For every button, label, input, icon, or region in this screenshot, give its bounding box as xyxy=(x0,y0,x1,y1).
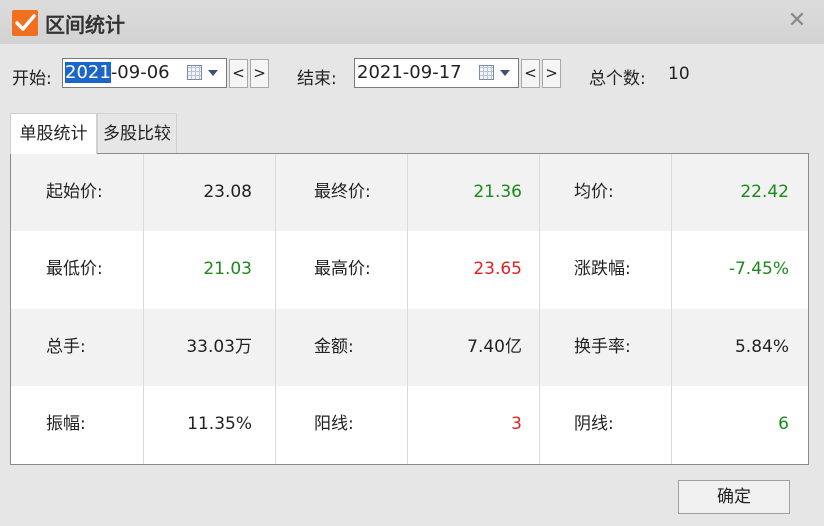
stat-value-avg-price: 22.42 xyxy=(740,182,789,202)
start-date-rest: -09-06 xyxy=(110,62,170,83)
column-divider xyxy=(275,154,276,464)
chevron-down-icon[interactable] xyxy=(208,70,218,76)
stats-panel: 起始价: 23.08 最终价: 21.36 均价: 22.42 最低价: 21.… xyxy=(10,153,809,465)
column-divider xyxy=(143,154,144,464)
stat-label-high-price: 最高价: xyxy=(314,259,371,279)
chevron-down-icon[interactable] xyxy=(500,70,510,76)
ok-button[interactable]: 确定 xyxy=(678,480,790,514)
close-icon[interactable]: ✕ xyxy=(784,8,810,34)
start-date-year-selected: 2021 xyxy=(65,62,111,83)
window-title: 区间统计 xyxy=(45,13,125,37)
column-divider xyxy=(539,154,540,464)
title-bar: 区间统计 ✕ xyxy=(0,0,824,44)
calendar-icon[interactable] xyxy=(187,65,202,80)
tab-multi-compare[interactable]: 多股比较 xyxy=(97,113,177,153)
stat-value-amplitude: 11.35% xyxy=(187,414,252,434)
stat-value-high-price: 23.65 xyxy=(473,259,522,279)
stat-value-turnover: 5.84% xyxy=(734,337,789,357)
stat-label-volume: 总手: xyxy=(46,337,86,357)
stat-label-avg-price: 均价: xyxy=(574,182,614,202)
stats-row: 总手: 33.03万 金额: 7.40亿 换手率: 5.84% xyxy=(11,309,808,386)
column-divider xyxy=(671,154,672,464)
end-prev-button[interactable]: < xyxy=(521,59,540,88)
start-prev-button[interactable]: < xyxy=(229,59,248,88)
calendar-icon[interactable] xyxy=(479,65,494,80)
end-date-value[interactable]: 2021-09-17 xyxy=(357,62,462,83)
stat-label-low-price: 最低价: xyxy=(46,259,103,279)
stat-value-change-pct: -7.45% xyxy=(728,259,789,279)
stat-value-low-price: 21.03 xyxy=(203,259,252,279)
stat-label-down-days: 阴线: xyxy=(574,414,614,434)
end-next-button[interactable]: > xyxy=(542,59,561,88)
stat-label-up-days: 阳线: xyxy=(314,414,354,434)
stat-value-end-price: 21.36 xyxy=(473,182,522,202)
stats-grid: 起始价: 23.08 最终价: 21.36 均价: 22.42 最低价: 21.… xyxy=(11,154,808,464)
start-date-value[interactable]: 2021-09-06 xyxy=(65,62,170,83)
count-label: 总个数: xyxy=(589,69,646,89)
stat-label-amount: 金额: xyxy=(314,337,354,357)
start-date-label: 开始: xyxy=(12,69,52,89)
stat-label-turnover: 换手率: xyxy=(574,337,631,357)
stat-value-start-price: 23.08 xyxy=(203,182,252,202)
column-divider xyxy=(407,154,408,464)
stat-value-amount: 7.40亿 xyxy=(467,337,522,357)
stat-value-down-days: 6 xyxy=(778,414,789,434)
stat-label-end-price: 最终价: xyxy=(314,182,371,202)
stat-label-change-pct: 涨跌幅: xyxy=(574,259,631,279)
stats-row: 起始价: 23.08 最终价: 21.36 均价: 22.42 xyxy=(11,154,808,231)
checkmark-icon xyxy=(12,10,38,36)
stat-label-amplitude: 振幅: xyxy=(46,414,86,434)
count-value: 10 xyxy=(668,64,690,84)
stats-row: 最低价: 21.03 最高价: 23.65 涨跌幅: -7.45% xyxy=(11,231,808,308)
end-date-picker[interactable]: 2021-09-17 xyxy=(354,58,519,88)
start-next-button[interactable]: > xyxy=(250,59,269,88)
stat-value-up-days: 3 xyxy=(511,414,522,434)
stats-row: 振幅: 11.35% 阳线: 3 阴线: 6 xyxy=(11,386,808,463)
stat-value-volume: 33.03万 xyxy=(186,337,252,357)
end-date-label: 结束: xyxy=(297,69,337,89)
stat-label-start-price: 起始价: xyxy=(46,182,103,202)
start-date-picker[interactable]: 2021-09-06 xyxy=(62,58,227,88)
tab-single-stock[interactable]: 单股统计 xyxy=(10,113,97,154)
